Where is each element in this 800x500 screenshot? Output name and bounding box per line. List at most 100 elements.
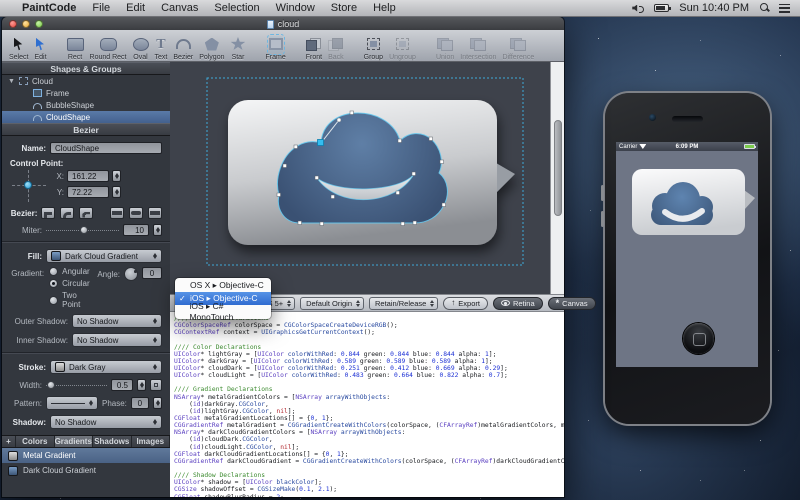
tool-round-rect[interactable]: Round Rect bbox=[87, 31, 130, 61]
origin-popup[interactable]: Default Origin bbox=[300, 297, 364, 310]
gradient-option-angular[interactable]: Angular bbox=[49, 267, 92, 276]
phase-field[interactable]: 0 bbox=[131, 397, 149, 409]
scrollbar-thumb[interactable] bbox=[554, 120, 562, 216]
tool-edit[interactable]: Edit bbox=[31, 31, 49, 61]
tree-item-cloudshape[interactable]: CloudShape bbox=[2, 111, 170, 123]
x-stepper[interactable] bbox=[112, 170, 121, 182]
tree-item-cloud[interactable]: ▼Cloud bbox=[2, 75, 170, 87]
union-icon bbox=[437, 38, 453, 51]
design-canvas[interactable] bbox=[170, 62, 550, 294]
tool-text[interactable]: TText bbox=[152, 31, 171, 61]
x-label: X: bbox=[54, 172, 64, 181]
tool-star[interactable]: Star bbox=[227, 31, 248, 61]
tool-polygon[interactable]: Polygon bbox=[196, 31, 227, 61]
menu-clock[interactable]: Sun 10:40 PM bbox=[679, 2, 749, 14]
inner-shadow-popup[interactable]: No Shadow bbox=[72, 333, 162, 347]
gradient-item[interactable]: Dark Cloud Gradient bbox=[2, 463, 170, 478]
tool-rect[interactable]: Rect bbox=[64, 31, 87, 61]
cap-square-button[interactable] bbox=[148, 207, 162, 219]
y-field[interactable]: 72.22 bbox=[67, 186, 109, 198]
export-button[interactable]: ↑Export bbox=[443, 297, 488, 310]
tool-frame[interactable]: Frame bbox=[262, 31, 288, 61]
stroke-options-button[interactable] bbox=[150, 379, 162, 391]
miter-slider[interactable] bbox=[46, 225, 119, 235]
canvas-scrollbar[interactable] bbox=[550, 62, 564, 294]
shapes-tree: ▼CloudFrameBubbleShapeCloudShape bbox=[2, 75, 170, 123]
notification-center-icon[interactable] bbox=[779, 4, 790, 13]
menu-option[interactable]: iOS ▸ C# MonoTouch bbox=[175, 305, 271, 318]
width-stepper[interactable] bbox=[137, 379, 146, 391]
outer-shadow-popup[interactable]: No Shadow bbox=[72, 314, 162, 328]
menu-item-canvas[interactable]: Canvas bbox=[161, 2, 198, 14]
menu-item-paintcode[interactable]: PaintCode bbox=[22, 2, 76, 14]
phone-camera-icon bbox=[649, 114, 656, 121]
gradient-item[interactable]: Metal Gradient bbox=[2, 448, 170, 463]
fill-popup[interactable]: Dark Cloud Gradient bbox=[46, 249, 162, 263]
title-bar[interactable]: cloud bbox=[2, 17, 564, 30]
radio-icon[interactable] bbox=[49, 267, 58, 276]
menu-item-store[interactable]: Store bbox=[331, 2, 357, 14]
shadow-popup[interactable]: No Shadow bbox=[50, 415, 162, 429]
tool-select[interactable]: Select bbox=[6, 31, 31, 61]
pattern-popup[interactable] bbox=[46, 396, 98, 410]
intersection-icon bbox=[470, 38, 486, 51]
canvas-button[interactable]: *Canvas bbox=[548, 297, 596, 310]
y-label: Y: bbox=[54, 188, 64, 197]
control-point-widget[interactable] bbox=[10, 168, 48, 204]
join-miter-button[interactable] bbox=[41, 207, 55, 219]
retina-button[interactable]: Retina bbox=[493, 297, 543, 310]
miter-stepper[interactable] bbox=[153, 224, 162, 236]
menu-item-file[interactable]: File bbox=[92, 2, 110, 14]
cap-round-button[interactable] bbox=[129, 207, 143, 219]
shapes-groups-header: Shapes & Groups bbox=[2, 62, 170, 75]
join-bevel-button[interactable] bbox=[79, 207, 93, 219]
control-point-handle[interactable] bbox=[24, 181, 32, 189]
phase-stepper[interactable] bbox=[153, 397, 162, 409]
menu-option[interactable]: OS X ▸ Objective-C bbox=[175, 279, 271, 292]
tool-oval[interactable]: Oval bbox=[130, 31, 152, 61]
tab-gradients[interactable]: Gradients bbox=[55, 436, 94, 447]
radio-icon[interactable] bbox=[49, 279, 58, 288]
memory-popup[interactable]: Retain/Release bbox=[369, 297, 438, 310]
x-field[interactable]: 161.22 bbox=[67, 170, 109, 182]
tool-intersection: Intersection bbox=[457, 31, 499, 61]
code-line: CGFloat shadowBlurRadius = 2; bbox=[174, 494, 564, 497]
volume-icon[interactable] bbox=[632, 4, 644, 13]
menu-item-selection[interactable]: Selection bbox=[214, 2, 259, 14]
generated-code-view[interactable]: //// General DeclarationsCGColorSpaceRef… bbox=[170, 312, 564, 497]
gradient-label: Gradient: bbox=[10, 267, 44, 309]
menu-item-edit[interactable]: Edit bbox=[126, 2, 145, 14]
menu-item-window[interactable]: Window bbox=[276, 2, 315, 14]
canvas-artwork bbox=[170, 62, 550, 294]
tab-colors[interactable]: Colors bbox=[16, 436, 55, 447]
width-field[interactable]: 0.5 bbox=[111, 379, 133, 391]
disclosure-triangle-icon[interactable]: ▼ bbox=[8, 78, 15, 85]
join-round-button[interactable] bbox=[60, 207, 74, 219]
angle-field[interactable]: 0 bbox=[142, 267, 162, 279]
tree-item-frame[interactable]: Frame bbox=[2, 87, 170, 99]
menu-item-help[interactable]: Help bbox=[373, 2, 396, 14]
tab-images[interactable]: Images bbox=[132, 436, 171, 447]
tool-bezier[interactable]: Bezier bbox=[170, 31, 196, 61]
add-library-item-button[interactable]: + bbox=[2, 436, 16, 447]
tree-item-bubbleshape[interactable]: BubbleShape bbox=[2, 99, 170, 111]
tab-shadows[interactable]: Shadows bbox=[93, 436, 132, 447]
tool-front[interactable]: Front bbox=[303, 31, 325, 61]
y-stepper[interactable] bbox=[112, 186, 121, 198]
cap-butt-button[interactable] bbox=[110, 207, 124, 219]
stroke-popup[interactable]: Dark Gray bbox=[50, 360, 162, 374]
gradient-option-circular[interactable]: Circular bbox=[49, 279, 92, 288]
round-rect-icon bbox=[100, 38, 117, 51]
spotlight-icon[interactable] bbox=[759, 3, 769, 13]
miter-field[interactable]: 10 bbox=[123, 224, 149, 236]
popup-arrows-icon bbox=[152, 252, 159, 260]
gradient-option-two-point[interactable]: Two Point bbox=[49, 291, 92, 309]
radio-icon[interactable] bbox=[49, 296, 58, 305]
battery-icon[interactable] bbox=[654, 4, 669, 12]
difference-icon bbox=[510, 38, 526, 51]
name-field[interactable]: CloudShape bbox=[50, 142, 162, 154]
angle-knob[interactable] bbox=[124, 267, 138, 281]
tool-group[interactable]: Group bbox=[361, 31, 386, 61]
code-line: (id)lightGray.CGColor, nil]; bbox=[174, 408, 564, 415]
width-slider[interactable] bbox=[46, 380, 107, 390]
